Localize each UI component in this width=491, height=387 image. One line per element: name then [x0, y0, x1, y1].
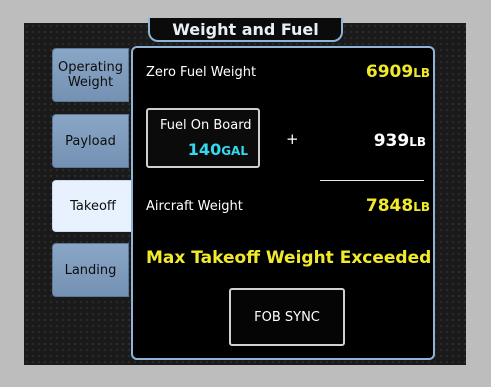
window-title: Weight and Fuel: [148, 18, 343, 42]
zero-fuel-weight-label: Zero Fuel Weight: [146, 65, 257, 80]
max-takeoff-weight-warning: Max Takeoff Weight Exceeded: [146, 248, 432, 268]
tab-landing[interactable]: Landing: [52, 243, 129, 297]
zero-fuel-weight-unit: LB: [413, 66, 430, 80]
fuel-weight-number: 939: [373, 131, 410, 151]
fuel-weight-unit: LB: [409, 135, 426, 149]
fuel-on-board-button[interactable]: Fuel On Board 140GAL: [146, 108, 260, 168]
aircraft-weight-value: 7848LB: [366, 196, 430, 216]
aircraft-weight-label: Aircraft Weight: [146, 199, 243, 214]
tab-takeoff[interactable]: Takeoff: [52, 180, 134, 232]
tab-payload[interactable]: Payload: [52, 114, 129, 168]
sum-divider: [320, 180, 424, 181]
aircraft-weight-unit: LB: [413, 200, 430, 214]
fuel-on-board-label: Fuel On Board: [160, 118, 252, 133]
tab-operating-weight[interactable]: Operating Weight: [52, 48, 129, 102]
fuel-on-board-unit: GAL: [221, 144, 248, 158]
fob-sync-button[interactable]: FOB SYNC: [229, 288, 345, 346]
fuel-weight-value: 939LB: [374, 131, 426, 151]
aircraft-weight-number: 7848: [365, 196, 414, 216]
fuel-on-board-value: 140GAL: [188, 140, 248, 159]
zero-fuel-weight-number: 6909: [365, 62, 414, 82]
plus-operator: +: [286, 130, 299, 148]
zero-fuel-weight-value: 6909LB: [366, 62, 430, 82]
fuel-on-board-number: 140: [187, 140, 222, 159]
